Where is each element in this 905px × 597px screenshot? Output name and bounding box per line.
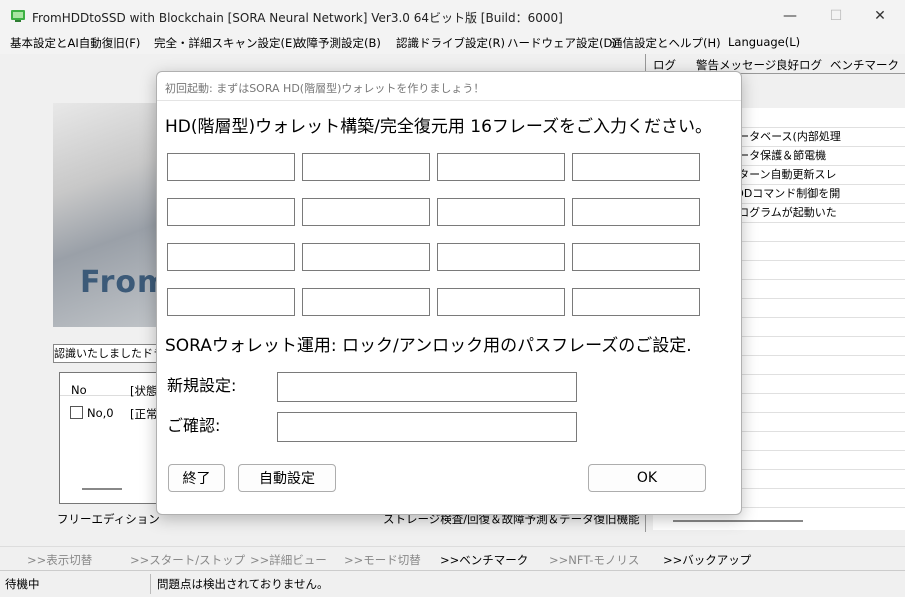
new-passphrase-input[interactable] — [277, 372, 577, 402]
dialog-title-divider — [157, 100, 741, 101]
phrase-input-15[interactable] — [437, 288, 565, 316]
status-message: 問題点は検出されておりません。 — [157, 577, 329, 591]
tab-start-stop[interactable]: >>スタート/ストップ — [130, 552, 245, 568]
new-passphrase-label: 新規設定: — [167, 376, 237, 395]
drive-status: [正常 — [130, 407, 158, 421]
bottom-tab-bar: >>表示切替 >>スタート/ストップ >>詳細ビュー >>モード切替 >>ベンチ… — [0, 546, 905, 571]
phrase-input-14[interactable] — [302, 288, 430, 316]
phrase-input-7[interactable] — [437, 198, 565, 226]
menu-language[interactable]: Language(L) — [728, 35, 800, 49]
exit-button[interactable]: 終了 — [168, 464, 225, 492]
dialog-heading: HD(階層型)ウォレット構築/完全復元用 16フレーズをご入力ください。 — [165, 117, 713, 137]
close-button[interactable]: ✕ — [857, 0, 903, 32]
list-item[interactable]: No,0 [正常 — [60, 403, 170, 423]
phrase-input-1[interactable] — [167, 153, 295, 181]
menu-failure-prediction[interactable]: 故障予測設定(B) — [295, 35, 381, 51]
passphrase-heading: SORAウォレット運用: ロック/アンロック用のパスフレーズのご設定. — [165, 336, 692, 356]
menu-drive-settings[interactable]: 認識ドライブ設定(R) — [396, 35, 505, 51]
phrase-input-9[interactable] — [167, 243, 295, 271]
phrase-input-11[interactable] — [437, 243, 565, 271]
phrase-input-8[interactable] — [572, 198, 700, 226]
dialog-title: 初回起動: まずはSORA HD(階層型)ウォレットを作りましょう！ — [165, 82, 485, 95]
log-scrollbar[interactable] — [673, 520, 803, 522]
maximize-button[interactable]: ☐ — [813, 0, 859, 32]
status-divider — [150, 574, 151, 594]
phrase-input-5[interactable] — [167, 198, 295, 226]
list-header-status: [状態 — [130, 384, 158, 398]
menu-hardware-settings[interactable]: ハードウェア設定(D) — [507, 35, 617, 51]
tab-benchmark-bottom[interactable]: >>ベンチマーク — [440, 552, 528, 568]
wallet-setup-dialog: 初回起動: まずはSORA HD(階層型)ウォレットを作りましょう！ HD(階層… — [156, 71, 742, 515]
status-bar: 待機中 問題点は検出されておりません。 — [0, 570, 905, 597]
list-header-no: No — [71, 383, 87, 397]
tab-display-toggle[interactable]: >>表示切替 — [27, 552, 92, 568]
splash-logo-text: From — [80, 265, 165, 300]
phrase-input-13[interactable] — [167, 288, 295, 316]
drive-checkbox[interactable] — [70, 406, 83, 419]
phrase-input-6[interactable] — [302, 198, 430, 226]
list-scrollbar[interactable] — [82, 488, 122, 490]
list-header: No [状態 — [60, 373, 170, 398]
tab-nft-monolith[interactable]: >>NFT-モノリス — [549, 552, 639, 568]
tab-mode-toggle[interactable]: >>モード切替 — [344, 552, 421, 568]
menu-network-help[interactable]: 通信設定とヘルプ(H) — [611, 35, 721, 51]
phrase-input-4[interactable] — [572, 153, 700, 181]
window-title: FromHDDtoSSD with Blockchain [SORA Neura… — [32, 11, 563, 25]
menu-bar: 基本設定とAI自動復旧(F) 完全・詳細スキャン設定(E) 故障予測設定(B) … — [0, 32, 905, 54]
tab-benchmark[interactable]: ベンチマーク — [826, 57, 903, 74]
minimize-button[interactable]: — — [767, 0, 813, 32]
drive-list[interactable]: No [状態 No,0 [正常 — [59, 372, 171, 504]
tab-detail-view[interactable]: >>詳細ビュー — [250, 552, 327, 568]
phrase-input-10[interactable] — [302, 243, 430, 271]
menu-basic-settings[interactable]: 基本設定とAI自動復旧(F) — [10, 35, 140, 51]
tab-backup[interactable]: >>バックアップ — [663, 552, 751, 568]
status-state: 待機中 — [5, 577, 40, 591]
phrase-input-12[interactable] — [572, 243, 700, 271]
phrase-input-16[interactable] — [572, 288, 700, 316]
ok-button[interactable]: OK — [588, 464, 706, 492]
phrase-input-2[interactable] — [302, 153, 430, 181]
menu-scan-settings[interactable]: 完全・詳細スキャン設定(E) — [154, 35, 297, 51]
edition-label: フリーエディション — [57, 512, 160, 526]
phrase-input-3[interactable] — [437, 153, 565, 181]
title-bar: FromHDDtoSSD with Blockchain [SORA Neura… — [0, 0, 905, 32]
confirm-passphrase-input[interactable] — [277, 412, 577, 442]
drive-no: No,0 — [87, 406, 114, 420]
confirm-passphrase-label: ご確認: — [167, 416, 221, 435]
auto-setup-button[interactable]: 自動設定 — [238, 464, 336, 492]
tab-good-log[interactable]: 良好ログ — [772, 57, 826, 74]
app-icon — [11, 10, 25, 22]
recognized-drive-box: 認識いたしましたドラ — [53, 344, 170, 363]
splash-image: From — [53, 103, 165, 327]
